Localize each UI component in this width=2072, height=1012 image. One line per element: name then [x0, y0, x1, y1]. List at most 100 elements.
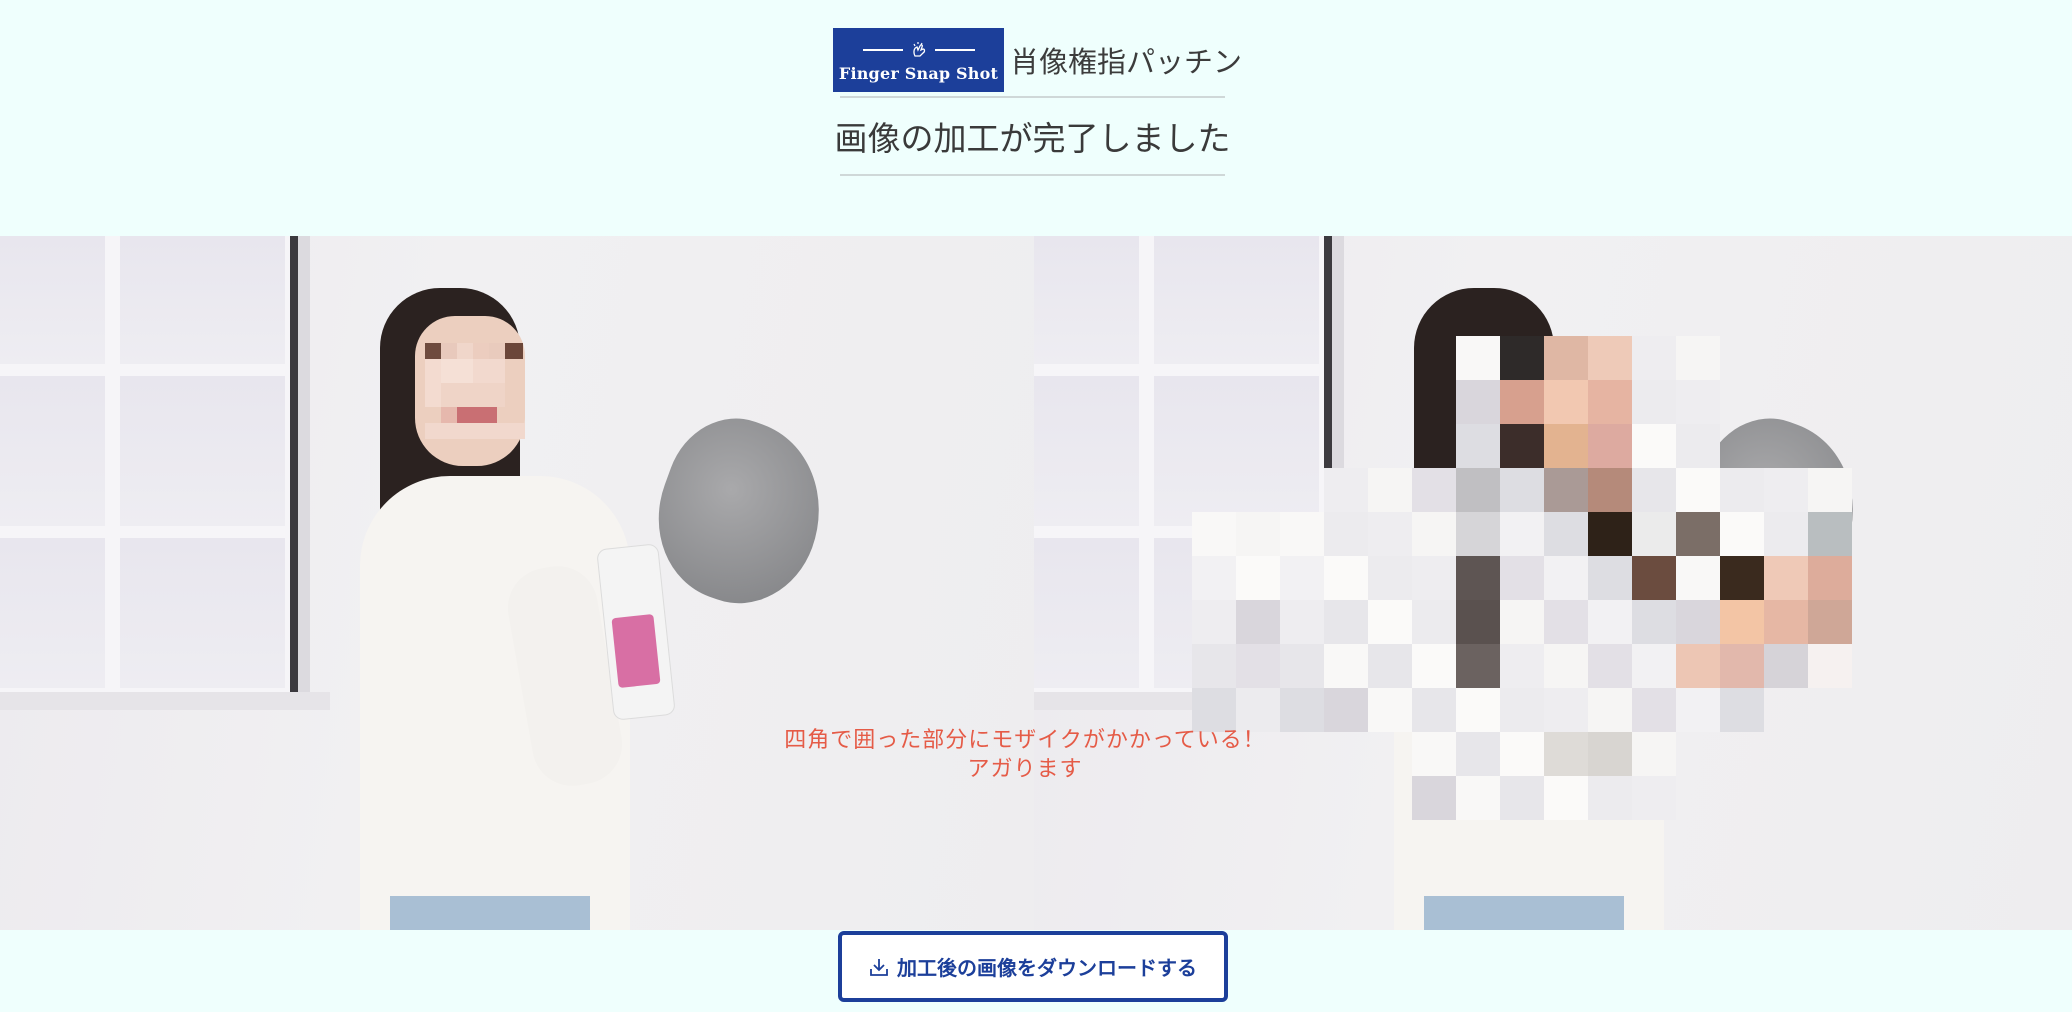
mosaic-cell: [1544, 512, 1588, 556]
page-title-container: 画像の加工が完了しました: [835, 96, 1231, 176]
mosaic-cell: [1632, 512, 1676, 556]
mosaic-cell: [1368, 468, 1412, 512]
mosaic-cell: [1588, 732, 1632, 776]
mosaic-cell: [1500, 644, 1544, 688]
mosaic-cell: [1544, 732, 1588, 776]
mosaic-cell: [1456, 688, 1500, 732]
mosaic-cell: [1720, 556, 1764, 600]
mosaic-cell: [1456, 512, 1500, 556]
mosaic-cell: [1192, 512, 1236, 556]
mosaic-cell: [1632, 556, 1676, 600]
mosaic-cell: [1808, 556, 1852, 600]
mosaic-cell: [1588, 776, 1632, 820]
mosaic-cell: [1412, 468, 1456, 512]
download-button[interactable]: 加工後の画像をダウンロードする: [838, 931, 1228, 1002]
mosaic-cell: [1280, 600, 1324, 644]
mosaic-cell: [1544, 600, 1588, 644]
finger-snap-icon: [862, 38, 975, 62]
mosaic-cell: [1368, 556, 1412, 600]
mosaic-cell: [1632, 688, 1676, 732]
mosaic-cell: [1544, 336, 1588, 380]
mosaic-cell: [1588, 688, 1632, 732]
mosaic-cell: [1764, 556, 1808, 600]
mosaic-cell: [1676, 512, 1720, 556]
mosaic-cell: [1412, 556, 1456, 600]
mosaic-cell: [1236, 644, 1280, 688]
mosaic-cell: [1324, 600, 1368, 644]
mosaic-cell: [1412, 512, 1456, 556]
original-image: [0, 236, 1034, 930]
mosaic-cell: [1368, 600, 1412, 644]
site-header: Finger Snap Shot 肖像権指パッチン: [833, 28, 1242, 92]
mosaic-cell: [1456, 644, 1500, 688]
mosaic-cell: [1192, 644, 1236, 688]
mosaic-cell: [1632, 468, 1676, 512]
mosaic-cell: [1676, 336, 1720, 380]
mosaic-cell: [1632, 424, 1676, 468]
mosaic-cell: [1456, 600, 1500, 644]
mosaic-cell: [1676, 380, 1720, 424]
processed-image: [1034, 236, 2072, 930]
mosaic-cell: [1676, 468, 1720, 512]
mosaic-cell: [1192, 556, 1236, 600]
mosaic-cell: [1632, 776, 1676, 820]
mosaic-cell: [1280, 512, 1324, 556]
mosaic-cell: [1500, 732, 1544, 776]
mosaic-cell: [1236, 556, 1280, 600]
mosaic-cell: [1588, 336, 1632, 380]
mosaic-cell: [1676, 424, 1720, 468]
mosaic-cell: [1764, 644, 1808, 688]
mosaic-cell: [1280, 644, 1324, 688]
mosaic-cell: [1720, 468, 1764, 512]
mosaic-cell: [1456, 380, 1500, 424]
mosaic-cell: [1632, 380, 1676, 424]
mosaic-note-line-2: アガります: [967, 757, 1083, 782]
mosaic-cell: [1544, 556, 1588, 600]
download-button-label: 加工後の画像をダウンロードする: [897, 956, 1197, 980]
comparison-images: [0, 236, 2072, 930]
window-background: [0, 236, 310, 708]
mosaic-cell: [1544, 380, 1588, 424]
mosaic-cell: [1720, 600, 1764, 644]
mosaic-cell: [1588, 468, 1632, 512]
mosaic-cell: [1500, 424, 1544, 468]
mosaic-cell: [1500, 600, 1544, 644]
mosaic-cell: [1544, 424, 1588, 468]
finger-snap-shot-logo[interactable]: Finger Snap Shot: [833, 28, 1004, 92]
mosaic-cell: [1632, 336, 1676, 380]
mosaic-cell: [1544, 776, 1588, 820]
service-name: 肖像権指パッチン: [1010, 45, 1243, 79]
mosaic-cell: [1808, 512, 1852, 556]
mosaic-cell: [1324, 644, 1368, 688]
download-icon: [869, 957, 889, 977]
mosaic-cell: [1192, 600, 1236, 644]
mosaic-cell: [1500, 468, 1544, 512]
mosaic-cell: [1500, 380, 1544, 424]
mosaic-cell: [1456, 424, 1500, 468]
mosaic-cell: [1676, 644, 1720, 688]
mosaic-cell: [1500, 556, 1544, 600]
mosaic-cell: [1544, 644, 1588, 688]
mosaic-cell: [1588, 380, 1632, 424]
mosaic-cell: [1412, 776, 1456, 820]
mosaic-cell: [1236, 600, 1280, 644]
mosaic-cell: [1500, 336, 1544, 380]
mosaic-cell: [1588, 556, 1632, 600]
mosaic-cell: [1632, 600, 1676, 644]
mosaic-cell: [1368, 644, 1412, 688]
mosaic-cell: [1676, 556, 1720, 600]
mosaic-cell: [1764, 600, 1808, 644]
mosaic-cell: [1456, 556, 1500, 600]
mosaic-cell: [1544, 468, 1588, 512]
mosaic-cell: [1324, 468, 1368, 512]
mosaic-cell: [1456, 732, 1500, 776]
mosaic-cell: [1544, 688, 1588, 732]
page-title: 画像の加工が完了しました: [834, 119, 1231, 158]
mosaic-cell: [1676, 600, 1720, 644]
mosaic-cell: [1368, 512, 1412, 556]
mosaic-cell: [1456, 776, 1500, 820]
mosaic-note-line-1: 四角で囲った部分にモザイクがかかっている！: [784, 728, 1266, 753]
mosaic-cell: [1808, 468, 1852, 512]
mosaic-note: 四角で囲った部分にモザイクがかかっている！ アガります: [700, 726, 1350, 784]
mosaic-cell: [1236, 512, 1280, 556]
